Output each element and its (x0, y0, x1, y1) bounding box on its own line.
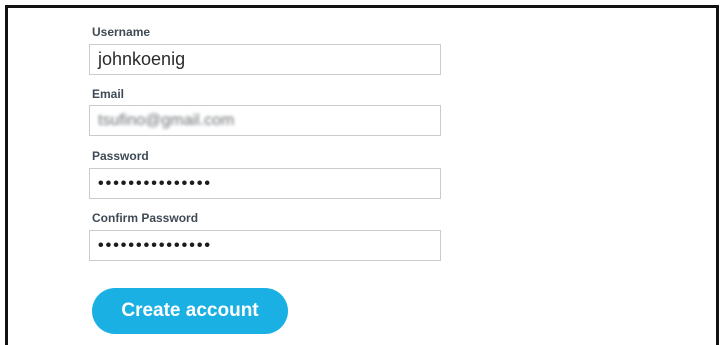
confirm-password-field[interactable]: ••••••••••••••• (89, 230, 441, 261)
username-label: Username (92, 25, 151, 39)
password-value: ••••••••••••••• (98, 174, 213, 192)
password-label: Password (92, 149, 149, 163)
password-field[interactable]: ••••••••••••••• (89, 168, 441, 199)
username-value: johnkoenig (98, 49, 186, 69)
confirm-password-value: ••••••••••••••• (98, 236, 213, 254)
create-account-button[interactable]: Create account (92, 288, 288, 334)
confirm-password-label: Confirm Password (92, 211, 199, 225)
email-field[interactable]: tsufino@gmail.com (89, 105, 441, 136)
email-label: Email (92, 87, 125, 101)
create-account-label: Create account (121, 300, 259, 321)
username-field[interactable]: johnkoenig (89, 44, 441, 75)
email-value: tsufino@gmail.com (98, 111, 235, 129)
